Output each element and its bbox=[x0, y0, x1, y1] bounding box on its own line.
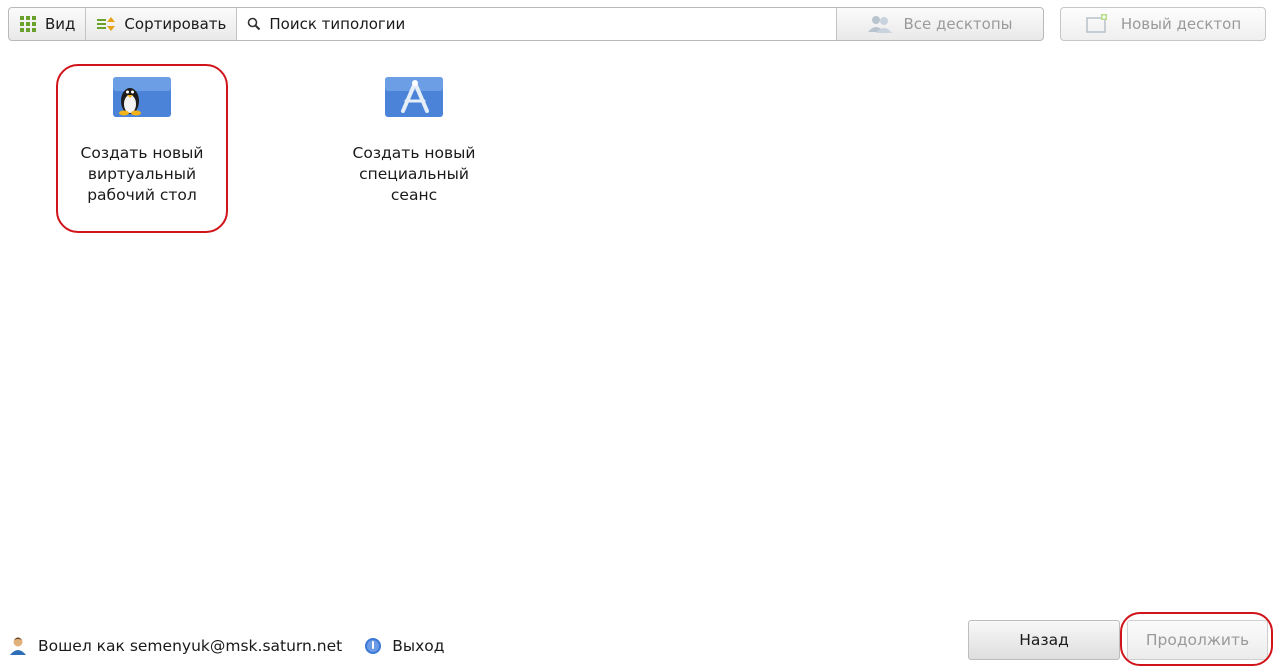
tile-label: Создать новый виртуальный рабочий стол bbox=[80, 144, 204, 204]
back-button[interactable]: Назад bbox=[968, 620, 1120, 660]
search-input[interactable] bbox=[267, 14, 836, 34]
view-button[interactable]: Вид bbox=[9, 8, 87, 40]
continue-label: Продолжить bbox=[1145, 631, 1250, 649]
new-desktop-label: Новый десктоп bbox=[1120, 15, 1242, 33]
user-icon bbox=[8, 636, 28, 656]
logout-link[interactable]: Выход bbox=[364, 637, 444, 655]
continue-button[interactable]: Продолжить bbox=[1127, 620, 1268, 660]
sort-icon bbox=[96, 16, 116, 32]
sort-label: Сортировать bbox=[124, 15, 227, 33]
all-desktops-label: Все десктопы bbox=[903, 15, 1013, 33]
tile-new-special-session[interactable]: Создать новый специальный сеанс bbox=[334, 77, 494, 206]
tile-label: Создать новый специальный сеанс bbox=[352, 144, 476, 204]
search-icon bbox=[247, 17, 261, 31]
app-compass-icon bbox=[385, 77, 443, 121]
new-desktop-button[interactable]: Новый десктоп bbox=[1060, 7, 1266, 41]
linux-penguin-icon bbox=[113, 77, 171, 121]
all-desktops-button[interactable]: Все десктопы bbox=[837, 8, 1043, 40]
sort-button[interactable]: Сортировать bbox=[86, 8, 238, 40]
grid-icon bbox=[19, 15, 37, 33]
logout-label: Выход bbox=[392, 637, 445, 655]
users-icon bbox=[867, 14, 893, 34]
view-label: Вид bbox=[45, 15, 76, 33]
footer-user-bar: Вошел как semenyuk@msk.saturn.net Выход bbox=[8, 636, 444, 656]
toolbar: Вид Сортировать Поиск типологии Все деск… bbox=[8, 7, 1044, 41]
tile-new-virtual-desktop[interactable]: Создать новый виртуальный рабочий стол bbox=[62, 77, 222, 206]
new-desktop-icon bbox=[1085, 13, 1111, 35]
power-icon bbox=[364, 637, 382, 655]
search-field[interactable] bbox=[237, 8, 837, 40]
logged-in-label: Вошел как semenyuk@msk.saturn.net bbox=[38, 637, 343, 655]
back-label: Назад bbox=[1019, 631, 1069, 649]
